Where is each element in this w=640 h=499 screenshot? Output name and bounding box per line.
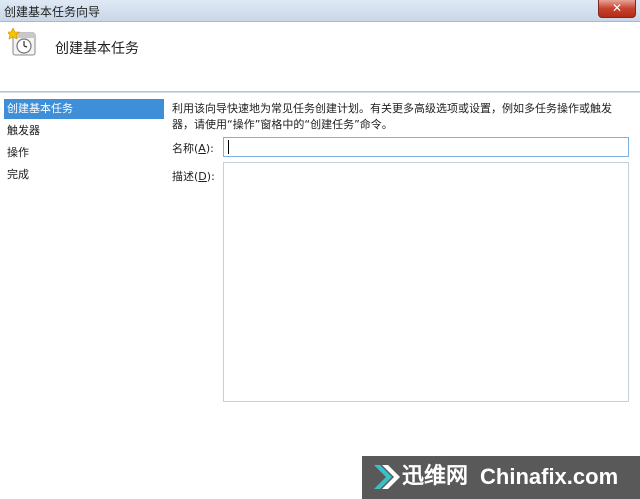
- watermark: 迅维网 Chinafix.com: [362, 456, 640, 499]
- watermark-en-text: Chinafix.com: [480, 464, 619, 489]
- header-title: 创建基本任务: [55, 41, 139, 57]
- name-input[interactable]: [223, 137, 629, 157]
- title-bar: 创建基本任务向导 ✕: [0, 0, 640, 22]
- wizard-content: 创建基本任务 触发器 操作 完成 利用该向导快速地为常见任务创建计划。有关更多高…: [0, 93, 640, 499]
- steps-list: 创建基本任务 触发器 操作 完成: [4, 99, 164, 187]
- step-action[interactable]: 操作: [4, 143, 164, 163]
- close-button[interactable]: ✕: [598, 0, 636, 18]
- step-finish[interactable]: 完成: [4, 165, 164, 185]
- task-clock-icon: [8, 28, 36, 56]
- description-label: 描述(D):: [172, 170, 215, 183]
- step-create-basic-task[interactable]: 创建基本任务: [4, 99, 164, 119]
- watermark-cn-text: 迅维网: [402, 464, 469, 489]
- window-title: 创建基本任务向导: [4, 5, 101, 19]
- wizard-header: 创建基本任务: [0, 22, 640, 92]
- step-trigger[interactable]: 触发器: [4, 121, 164, 141]
- wizard-description: 利用该向导快速地为常见任务创建计划。有关更多高级选项或设置，例如多任务操作或触发…: [172, 102, 612, 131]
- close-icon: ✕: [611, 1, 623, 15]
- watermark-logo-icon: [374, 465, 400, 489]
- description-input[interactable]: [223, 162, 629, 402]
- text-caret: [228, 140, 229, 154]
- name-label: 名称(A):: [172, 142, 214, 155]
